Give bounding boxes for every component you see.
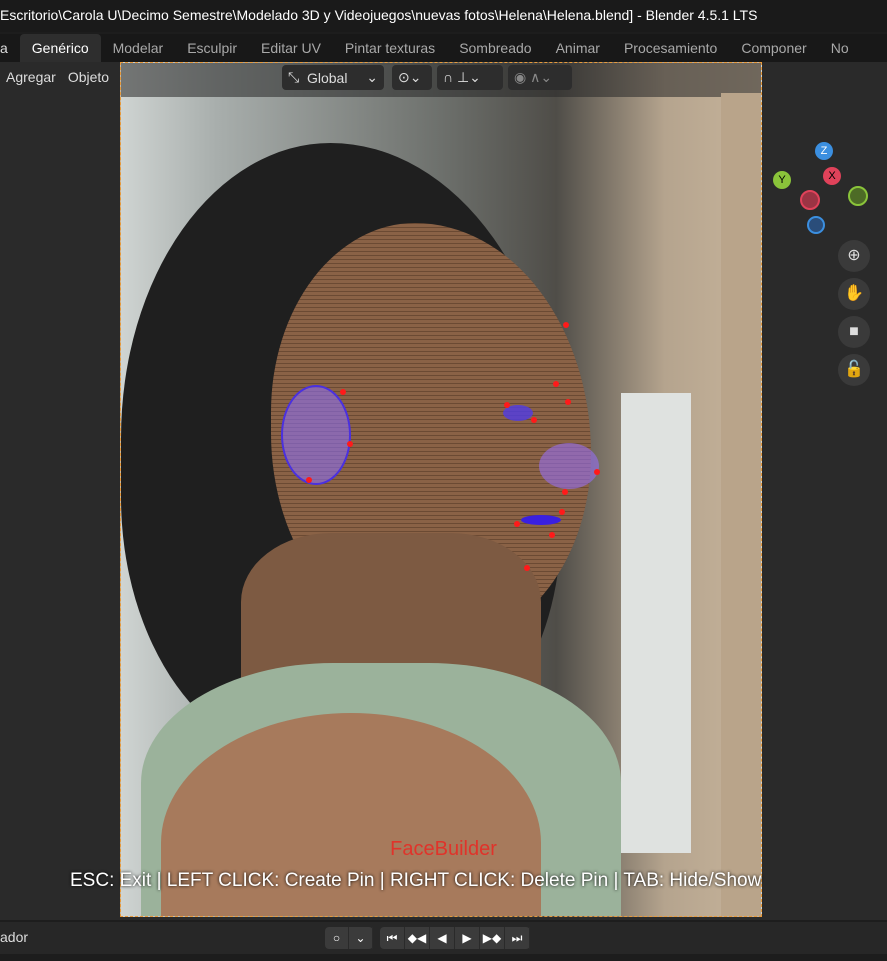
chevron-down-icon: ⌄ xyxy=(349,927,373,949)
pin xyxy=(553,381,559,387)
reference-photo[interactable] xyxy=(120,62,762,917)
pin xyxy=(549,532,555,538)
orientation-icon: ⤡ xyxy=(288,69,307,85)
pin xyxy=(514,521,520,527)
pivot-point-dropdown[interactable]: ⊙⌄ xyxy=(392,65,432,90)
pin xyxy=(306,477,312,483)
pin xyxy=(504,402,510,408)
tab-modelar[interactable]: Modelar xyxy=(101,34,176,62)
tab-procesamiento[interactable]: Procesamiento xyxy=(612,34,729,62)
nose xyxy=(539,443,599,489)
play-button[interactable]: ▶ xyxy=(455,927,480,949)
record-icon: ○ xyxy=(325,927,349,949)
timeline-label: ador xyxy=(0,929,29,945)
tab-editar-uv[interactable]: Editar UV xyxy=(249,34,333,62)
pin xyxy=(347,441,353,447)
menu-agregar[interactable]: Agregar xyxy=(0,69,62,85)
pin xyxy=(563,322,569,328)
chevron-down-icon: ⌄ xyxy=(366,69,378,85)
jump-start-button[interactable]: ⏮ xyxy=(380,927,405,949)
tab-componer[interactable]: Componer xyxy=(729,34,818,62)
proportional-icon: ◉ ∧⌄ xyxy=(514,69,553,85)
transform-orientation-dropdown[interactable]: ⤡ Global ⌄ xyxy=(282,65,384,90)
jump-end-button[interactable]: ⏭ xyxy=(505,927,530,949)
pin xyxy=(524,565,530,571)
tab-nodos[interactable]: No xyxy=(819,34,861,62)
pin xyxy=(565,399,571,405)
pin xyxy=(531,417,537,423)
pin xyxy=(562,489,568,495)
snapping-dropdown[interactable]: ∩ ⊥⌄ xyxy=(437,65,503,90)
lock-icon[interactable]: 🔓 xyxy=(838,354,870,386)
gizmo-neg-z[interactable] xyxy=(807,216,825,234)
playback-controls: ⏮ ◆◀ ◀ ▶ ▶◆ ⏭ xyxy=(380,927,530,949)
gizmo-neg-y[interactable] xyxy=(848,186,868,206)
tab-partial[interactable]: a xyxy=(0,34,20,62)
ear xyxy=(281,385,351,485)
gizmo-x[interactable]: X xyxy=(823,167,841,185)
play-reverse-button[interactable]: ◀ xyxy=(430,927,455,949)
menu-objeto[interactable]: Objeto xyxy=(62,69,115,85)
window-title: Escritorio\Carola U\Decimo Semestre\Mode… xyxy=(0,0,887,32)
pivot-icon: ⊙⌄ xyxy=(398,69,422,85)
magnet-icon: ∩ ⊥⌄ xyxy=(443,69,481,85)
next-keyframe-button[interactable]: ▶◆ xyxy=(480,927,505,949)
hand-icon[interactable]: ✋ xyxy=(838,278,870,310)
pin xyxy=(594,469,600,475)
camera-icon[interactable]: ■ xyxy=(838,316,870,348)
gizmo-z[interactable]: Z xyxy=(815,142,833,160)
orientation-value: Global xyxy=(306,69,348,86)
workspace-tabs: a Genérico Modelar Esculpir Editar UV Pi… xyxy=(0,34,887,62)
pin xyxy=(559,509,565,515)
facebuilder-label: FaceBuilder xyxy=(390,838,497,860)
keying-dropdown[interactable]: ○ ⌄ xyxy=(325,927,373,949)
gizmo-y[interactable]: Y xyxy=(773,171,791,189)
tab-sombreado[interactable]: Sombreado xyxy=(447,34,543,62)
facebuilder-help: ESC: Exit | LEFT CLICK: Create Pin | RIG… xyxy=(70,870,762,891)
zoom-icon[interactable]: ⊕ xyxy=(838,240,870,272)
tab-pintar-texturas[interactable]: Pintar texturas xyxy=(333,34,447,62)
pin xyxy=(340,389,346,395)
gizmo-neg-x[interactable] xyxy=(800,190,820,210)
tab-animar[interactable]: Animar xyxy=(544,34,612,62)
prev-keyframe-button[interactable]: ◆◀ xyxy=(405,927,430,949)
tab-esculpir[interactable]: Esculpir xyxy=(175,34,249,62)
lips xyxy=(521,515,561,525)
proportional-editing-dropdown[interactable]: ◉ ∧⌄ xyxy=(508,65,572,90)
tab-generico[interactable]: Genérico xyxy=(19,34,101,62)
timeline-bar: ador ○ ⌄ ⏮ ◆◀ ◀ ▶ ▶◆ ⏭ xyxy=(0,922,887,954)
